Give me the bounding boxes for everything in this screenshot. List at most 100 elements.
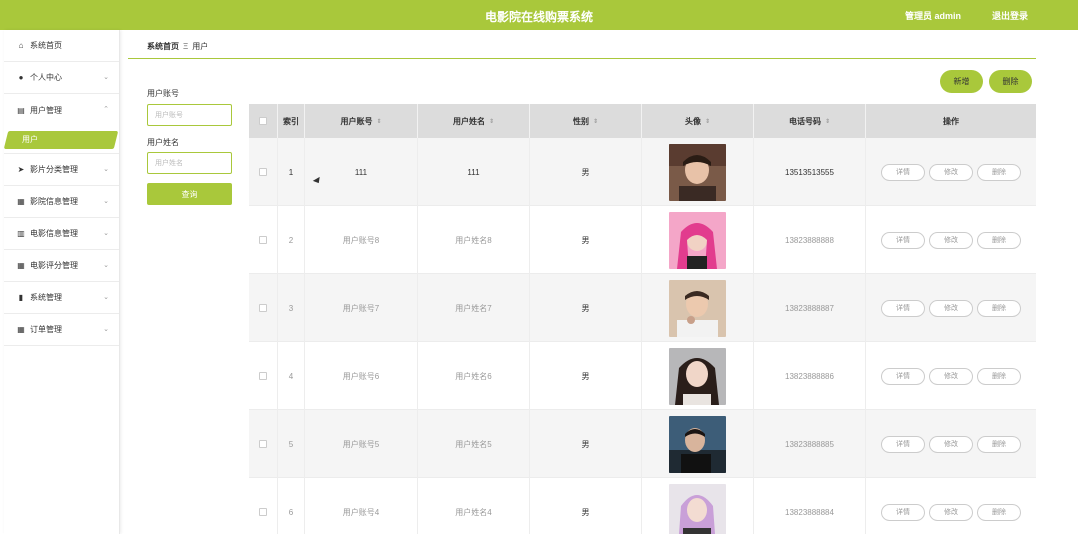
row-checkbox-cell[interactable] xyxy=(249,206,278,274)
header-account[interactable]: 用户账号 ⇕ xyxy=(305,104,418,138)
sidebar-item-profile[interactable]: ● 个人中心 ⌄ xyxy=(4,62,119,94)
name-cell: 用户姓名5 xyxy=(418,410,530,478)
row-checkbox-cell[interactable] xyxy=(249,138,278,206)
index-cell: 1 xyxy=(278,138,305,206)
sidebar-item-cinema-info[interactable]: ▦ 影院信息管理 ⌄ xyxy=(4,186,119,218)
row-checkbox-cell[interactable] xyxy=(249,410,278,478)
remove-button[interactable]: 删除 xyxy=(977,367,1021,385)
admin-label: 管理员 admin xyxy=(905,11,962,21)
edit-button[interactable]: 修改 xyxy=(929,367,973,385)
breadcrumb-home[interactable]: 系统首页 xyxy=(147,42,179,51)
sidebar-item-label: 用户管理 xyxy=(30,105,62,115)
row-checkbox[interactable] xyxy=(259,440,267,448)
phone-cell: 13823888885 xyxy=(754,410,866,478)
avatar-cell xyxy=(642,342,754,410)
avatar-cell xyxy=(642,138,754,206)
chevron-down-icon: ⌄ xyxy=(103,262,109,269)
detail-button[interactable]: 详情 xyxy=(881,435,925,453)
row-checkbox[interactable] xyxy=(259,168,267,176)
header-name[interactable]: 用户姓名 ⇕ xyxy=(418,104,530,138)
row-checkbox-cell[interactable] xyxy=(249,274,278,342)
sidebar-subitem-user[interactable]: 用户 xyxy=(3,126,119,154)
header-label: 操作 xyxy=(943,116,959,126)
account-cell: 用户账号6 xyxy=(305,342,418,410)
avatar xyxy=(669,415,726,473)
user-table: 索引 用户账号 ⇕ 用户姓名 ⇕ 性别 ⇕ 头像 ⇕ 电话号码 ⇕ 操作 1 111 11… xyxy=(249,104,1036,534)
index-cell: 5 xyxy=(278,410,305,478)
account-search-input[interactable] xyxy=(147,104,232,126)
gender-cell: 男 xyxy=(530,342,642,410)
sidebar-item-system[interactable]: ▮ 系统管理 ⌄ xyxy=(4,282,119,314)
row-checkbox[interactable] xyxy=(259,236,267,244)
edit-button[interactable]: 修改 xyxy=(929,503,973,521)
sort-icon[interactable]: ⇕ xyxy=(705,118,710,125)
delete-button[interactable]: 删除 xyxy=(989,70,1032,93)
header-phone[interactable]: 电话号码 ⇕ xyxy=(754,104,866,138)
chevron-down-icon: ⌄ xyxy=(103,198,109,205)
avatar xyxy=(669,347,726,405)
name-search-input[interactable] xyxy=(147,152,232,174)
name-cell: 用户姓名7 xyxy=(418,274,530,342)
table-row: 6 用户账号4 用户姓名4 男 13823888884 详情 修改 删除 xyxy=(249,478,1036,534)
account-cell: 用户账号5 xyxy=(305,410,418,478)
avatar xyxy=(669,483,726,534)
logout-link[interactable]: 退出登录 xyxy=(992,9,1028,22)
gender-cell: 男 xyxy=(530,410,642,478)
sidebar-item-user-management[interactable]: ▤ 用户管理 ⌃ xyxy=(4,94,119,126)
header-avatar[interactable]: 头像 ⇕ xyxy=(642,104,754,138)
header-gender[interactable]: 性别 ⇕ xyxy=(530,104,642,138)
name-label: 用户姓名 xyxy=(147,138,179,147)
account-label: 用户账号 xyxy=(147,89,179,98)
header-actions: 操作 xyxy=(866,104,1036,138)
sort-icon[interactable]: ⇕ xyxy=(593,118,598,125)
row-checkbox[interactable] xyxy=(259,372,267,380)
remove-button[interactable]: 删除 xyxy=(977,231,1021,249)
table-header: 索引 用户账号 ⇕ 用户姓名 ⇕ 性别 ⇕ 头像 ⇕ 电话号码 ⇕ 操作 xyxy=(249,104,1036,138)
detail-button[interactable]: 详情 xyxy=(881,163,925,181)
sidebar-item-orders[interactable]: ▦ 订单管理 ⌄ xyxy=(4,314,119,346)
edit-button[interactable]: 修改 xyxy=(929,299,973,317)
account-cell: 用户账号8 xyxy=(305,206,418,274)
header-select-all[interactable] xyxy=(249,104,278,138)
detail-button[interactable]: 详情 xyxy=(881,367,925,385)
index-cell: 2 xyxy=(278,206,305,274)
edit-button[interactable]: 修改 xyxy=(929,435,973,453)
building-icon: ▮ xyxy=(18,293,24,302)
remove-button[interactable]: 删除 xyxy=(977,299,1021,317)
sidebar-item-movie-rating[interactable]: ▦ 电影评分管理 ⌄ xyxy=(4,250,119,282)
query-button[interactable]: 查询 xyxy=(147,183,232,205)
sort-icon[interactable]: ⇕ xyxy=(489,118,494,125)
sidebar-item-label: 系统首页 xyxy=(30,41,62,50)
select-all-checkbox[interactable] xyxy=(259,117,267,125)
table-row: 2 用户账号8 用户姓名8 男 13823888888 详情 修改 删除 xyxy=(249,206,1036,274)
index-cell: 4 xyxy=(278,342,305,410)
account-cell: 用户账号4 xyxy=(305,478,418,534)
remove-button[interactable]: 删除 xyxy=(977,435,1021,453)
remove-button[interactable]: 删除 xyxy=(977,503,1021,521)
detail-button[interactable]: 详情 xyxy=(881,299,925,317)
sidebar-item-home[interactable]: ⌂ 系统首页 xyxy=(4,30,119,62)
grid-icon: ▦ xyxy=(17,261,25,270)
index-cell: 6 xyxy=(278,478,305,534)
table-row: 3 用户账号7 用户姓名7 男 13823888887 详情 修改 删除 xyxy=(249,274,1036,342)
row-checkbox-cell[interactable] xyxy=(249,478,278,534)
sort-icon[interactable]: ⇕ xyxy=(825,118,830,125)
add-button[interactable]: 新增 xyxy=(940,70,983,93)
name-cell: 111 xyxy=(418,138,530,206)
detail-button[interactable]: 详情 xyxy=(881,231,925,249)
edit-button[interactable]: 修改 xyxy=(929,163,973,181)
actions-cell: 详情 修改 删除 xyxy=(866,274,1036,342)
sidebar-item-movie-info[interactable]: ▥ 电影信息管理 ⌄ xyxy=(4,218,119,250)
row-checkbox-cell[interactable] xyxy=(249,342,278,410)
header-label: 头像 xyxy=(684,116,701,126)
edit-button[interactable]: 修改 xyxy=(929,231,973,249)
sidebar-item-film-category[interactable]: ➤ 影片分类管理 ⌄ xyxy=(4,154,119,186)
remove-button[interactable]: 删除 xyxy=(977,163,1021,181)
chevron-up-icon: ⌃ xyxy=(103,106,109,113)
row-checkbox[interactable] xyxy=(259,508,267,516)
gender-cell: 男 xyxy=(530,274,642,342)
sidebar-subitem-label: 用户 xyxy=(22,135,38,144)
sort-icon[interactable]: ⇕ xyxy=(376,118,381,125)
detail-button[interactable]: 详情 xyxy=(881,503,925,521)
row-checkbox[interactable] xyxy=(259,304,267,312)
